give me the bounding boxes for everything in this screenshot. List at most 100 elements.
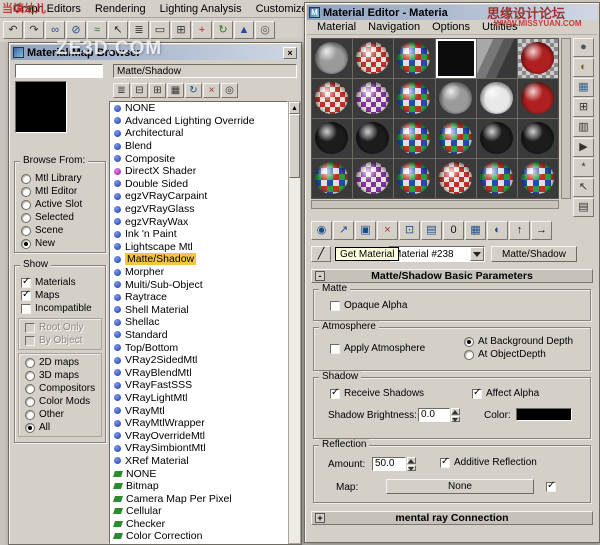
list-item[interactable]: Top/Bottom <box>110 341 287 354</box>
mental-ray-rollout[interactable]: + mental ray Connection <box>311 511 593 525</box>
material-type-button[interactable]: Matte/Shadow <box>491 246 577 262</box>
assign-material-to-selection-icon[interactable]: ▣ <box>355 221 376 240</box>
select-and-scale-icon[interactable]: ▲ <box>234 21 254 39</box>
radio-all[interactable]: All <box>19 421 101 434</box>
background-icon[interactable]: ▦ <box>573 78 594 97</box>
list-item[interactable]: VRay2SidedMtl <box>110 354 287 367</box>
checkbox-apply-atmosphere[interactable]: Apply Atmosphere <box>324 342 425 355</box>
view-list-plus-icon[interactable]: ⊟ <box>131 83 148 98</box>
sample-slot[interactable] <box>435 159 476 198</box>
sample-type-icon[interactable]: ● <box>573 38 594 57</box>
snaps-toggle-icon[interactable]: ◎ <box>255 21 275 39</box>
sample-slot[interactable] <box>394 159 435 198</box>
list-item[interactable]: VRayBlendMtl <box>110 366 287 379</box>
slots-vertical-scrollbar[interactable] <box>561 38 571 199</box>
list-item[interactable]: VRaySimbiontMtl <box>110 442 287 455</box>
checkbox-by-object[interactable]: By Object <box>19 334 101 347</box>
list-item[interactable]: Ink 'n Paint <box>110 228 287 241</box>
radio-mtl-library[interactable]: Mtl Library <box>15 172 105 185</box>
sample-uv-tiling-icon[interactable]: ⊞ <box>573 98 594 117</box>
checkbox-opaque-alpha[interactable]: Opaque Alpha <box>324 299 407 312</box>
menu-item-material[interactable]: Material <box>311 20 362 34</box>
basic-parameters-rollout[interactable]: - Matte/Shadow Basic Parameters <box>311 269 593 283</box>
list-item[interactable]: Standard <box>110 329 287 342</box>
search-input[interactable] <box>15 64 103 78</box>
list-item[interactable]: Multi/Sub-Object <box>110 278 287 291</box>
show-map-in-viewport-icon[interactable]: ▦ <box>465 221 486 240</box>
reflection-amount-spinner[interactable]: 50.0 <box>372 457 416 471</box>
sample-slot[interactable] <box>435 39 476 78</box>
reflection-amount-value[interactable]: 50.0 <box>372 457 406 471</box>
sample-slot[interactable] <box>394 79 435 118</box>
list-item[interactable]: Raytrace <box>110 291 287 304</box>
list-item[interactable]: NONE <box>110 467 287 480</box>
sample-slot[interactable] <box>353 119 394 158</box>
list-item[interactable]: Blend <box>110 140 287 153</box>
radio-at-objectdepth[interactable]: At ObjectDepth <box>458 348 573 361</box>
radio-selected[interactable]: Selected <box>15 211 105 224</box>
scroll-up-icon[interactable]: ▲ <box>289 102 300 114</box>
list-item[interactable]: egzVRayCarpaint <box>110 190 287 203</box>
radio-other[interactable]: Other <box>19 408 101 421</box>
select-and-rotate-icon[interactable]: ↻ <box>213 21 233 39</box>
delete-from-library-icon[interactable]: × <box>203 83 220 98</box>
select-and-move-icon[interactable]: + <box>192 21 212 39</box>
shadow-brightness-spinner[interactable]: 0.0 <box>418 408 460 422</box>
menu-item-utilities[interactable]: Utilities <box>476 20 523 34</box>
select-and-link-icon[interactable]: ∞ <box>45 21 65 39</box>
radio-new[interactable]: New <box>15 237 105 250</box>
list-item[interactable]: Matte/Shadow <box>110 253 287 266</box>
make-material-copy-icon[interactable]: ⊡ <box>399 221 420 240</box>
make-preview-icon[interactable]: ▶ <box>573 138 594 157</box>
collapse-icon[interactable]: - <box>315 271 325 281</box>
menu-item-lighting-analysis[interactable]: Lighting Analysis <box>153 1 249 17</box>
list-item[interactable]: Composite <box>110 152 287 165</box>
window-crossing-icon[interactable]: ⊞ <box>171 21 191 39</box>
spinner-arrows-icon[interactable] <box>407 457 416 471</box>
view-list-icon[interactable]: ≣ <box>113 83 130 98</box>
browser-titlebar[interactable]: Material/Map Browser × <box>11 45 299 60</box>
sample-slot[interactable] <box>517 79 558 118</box>
put-material-to-scene-icon[interactable]: ↗ <box>333 221 354 240</box>
close-icon[interactable]: × <box>283 46 297 59</box>
radio-color-mods[interactable]: Color Mods <box>19 395 101 408</box>
list-item[interactable]: Camera Map Per Pixel <box>110 492 287 505</box>
list-item[interactable]: Advanced Lighting Override <box>110 115 287 128</box>
sample-slot[interactable] <box>517 159 558 198</box>
sample-slot[interactable] <box>394 39 435 78</box>
show-end-result-icon[interactable]: ◐ <box>487 221 508 240</box>
sample-slot[interactable] <box>353 39 394 78</box>
slots-horizontal-scrollbar[interactable] <box>311 200 559 209</box>
sample-slot[interactable] <box>353 79 394 118</box>
options-icon[interactable]: * <box>573 158 594 177</box>
sample-slot[interactable] <box>476 159 517 198</box>
list-item[interactable]: Lightscape Mtl <box>110 241 287 254</box>
list-item[interactable]: NONE <box>110 102 287 115</box>
spinner-arrows-icon[interactable] <box>451 408 460 422</box>
sample-slot[interactable] <box>435 119 476 158</box>
redo-icon[interactable]: ↷ <box>24 21 44 39</box>
bind-to-space-warp-icon[interactable]: ≈ <box>87 21 107 39</box>
radio-3d-maps[interactable]: 3D maps <box>19 369 101 382</box>
menu-item-navigation[interactable]: Navigation <box>362 20 426 34</box>
radio-compositors[interactable]: Compositors <box>19 382 101 395</box>
list-item[interactable]: egzVRayWax <box>110 215 287 228</box>
checkbox-additive-reflection[interactable]: Additive Reflection <box>434 456 537 469</box>
go-forward-to-sibling-icon[interactable]: → <box>531 221 552 240</box>
list-item[interactable]: Architectural <box>110 127 287 140</box>
go-to-parent-icon[interactable]: ↑ <box>509 221 530 240</box>
checkbox-affect-alpha[interactable]: Affect Alpha <box>466 387 539 400</box>
checkbox-root-only[interactable]: Root Only <box>19 321 101 334</box>
reset-map-mtl-icon[interactable]: × <box>377 221 398 240</box>
sample-slot[interactable] <box>476 39 517 78</box>
radio-scene[interactable]: Scene <box>15 224 105 237</box>
radio-mtl-editor[interactable]: Mtl Editor <box>15 185 105 198</box>
list-item[interactable]: VRayLightMtl <box>110 392 287 405</box>
reflection-map-button[interactable]: None <box>386 479 534 494</box>
select-object-icon[interactable]: ↖ <box>108 21 128 39</box>
editor-titlebar[interactable]: M Material Editor - Materia <box>307 5 597 20</box>
list-item[interactable]: VRayMtlWrapper <box>110 417 287 430</box>
backlight-icon[interactable]: ◐ <box>573 58 594 77</box>
sample-slot[interactable] <box>476 79 517 118</box>
sample-slot[interactable] <box>312 159 353 198</box>
